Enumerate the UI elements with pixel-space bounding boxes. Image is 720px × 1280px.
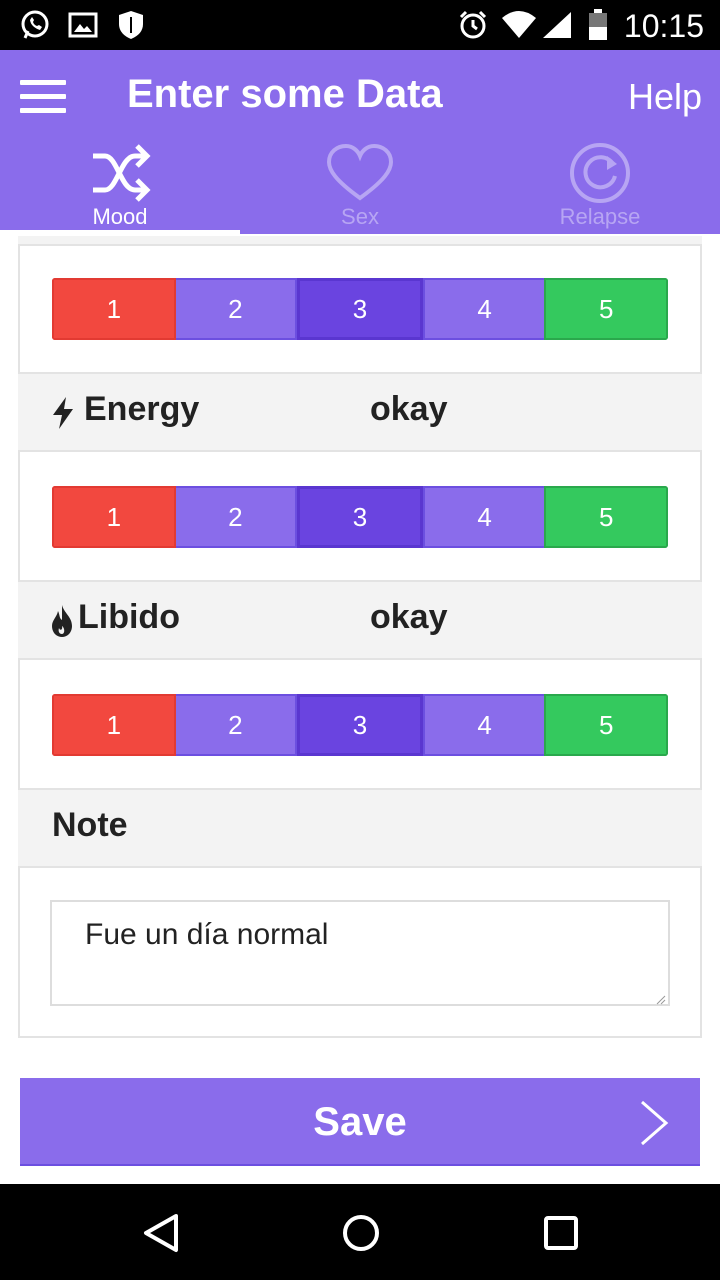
scale-option-4[interactable]: 4 <box>422 694 545 756</box>
battery-icon <box>584 9 612 41</box>
mood-header-edge <box>18 236 702 246</box>
page-title: Enter some Data <box>127 72 443 116</box>
system-nav-bar <box>0 1184 720 1280</box>
tab-relapse[interactable]: Relapse <box>480 140 720 234</box>
libido-header: Libido okay <box>18 580 702 660</box>
alarm-icon <box>456 9 490 41</box>
shuffle-icon <box>85 142 155 204</box>
tab-indicator <box>0 230 240 234</box>
libido-label: Libido <box>78 598 180 636</box>
scale-option-4[interactable]: 4 <box>422 278 545 340</box>
tab-label: Sex <box>341 204 379 229</box>
refresh-icon <box>565 142 635 204</box>
scale-option-1[interactable]: 1 <box>52 486 176 548</box>
recents-icon[interactable] <box>538 1210 584 1256</box>
note-label: Note <box>52 806 128 844</box>
flame-icon <box>50 604 76 638</box>
scale-option-2[interactable]: 2 <box>175 694 298 756</box>
tab-label: Relapse <box>559 204 641 229</box>
save-button[interactable]: Save <box>20 1078 700 1166</box>
scale-option-4[interactable]: 4 <box>422 486 545 548</box>
tab-mood[interactable]: Mood <box>0 140 240 234</box>
tab-sex[interactable]: Sex <box>240 140 480 234</box>
libido-value: okay <box>370 598 448 636</box>
back-icon[interactable] <box>138 1210 184 1256</box>
note-text: Fue un día normal <box>85 918 329 951</box>
image-icon <box>66 9 100 41</box>
chevron-right-icon <box>638 1100 670 1146</box>
mood-scale: 1 2 3 4 5 <box>52 278 668 340</box>
energy-header: Energy okay <box>18 372 702 452</box>
libido-scale: 1 2 3 4 5 <box>52 694 668 756</box>
scale-option-5[interactable]: 5 <box>544 486 668 548</box>
energy-scale: 1 2 3 4 5 <box>52 486 668 548</box>
note-textarea[interactable]: Fue un día normal <box>50 900 670 1006</box>
scale-option-3-selected[interactable]: 3 <box>297 278 423 340</box>
wifi-icon <box>500 9 538 41</box>
signal-icon <box>540 9 574 41</box>
help-button[interactable]: Help <box>628 76 702 118</box>
heart-icon <box>325 142 395 204</box>
home-icon[interactable] <box>338 1210 384 1256</box>
scale-option-2[interactable]: 2 <box>175 486 298 548</box>
app-bar: Enter some Data Help Mood Sex Relapse <box>0 50 720 234</box>
note-header: Note <box>18 788 702 868</box>
scale-option-3-selected[interactable]: 3 <box>297 486 423 548</box>
scale-option-1[interactable]: 1 <box>52 694 176 756</box>
resize-handle-icon[interactable] <box>656 992 666 1005</box>
lightning-icon <box>50 396 76 430</box>
tab-label: Mood <box>92 204 148 229</box>
hamburger-menu-icon[interactable] <box>20 80 68 116</box>
scale-option-5[interactable]: 5 <box>544 278 668 340</box>
clock: 10:15 <box>623 8 704 44</box>
scale-option-5[interactable]: 5 <box>544 694 668 756</box>
shield-icon <box>114 9 148 41</box>
energy-value: okay <box>370 390 448 428</box>
status-bar: 10:15 <box>0 0 720 50</box>
save-label: Save <box>313 1100 407 1144</box>
scale-option-3-selected[interactable]: 3 <box>297 694 423 756</box>
scale-option-1[interactable]: 1 <box>52 278 176 340</box>
whatsapp-icon <box>18 9 52 41</box>
scale-option-2[interactable]: 2 <box>175 278 298 340</box>
energy-label: Energy <box>84 390 200 428</box>
